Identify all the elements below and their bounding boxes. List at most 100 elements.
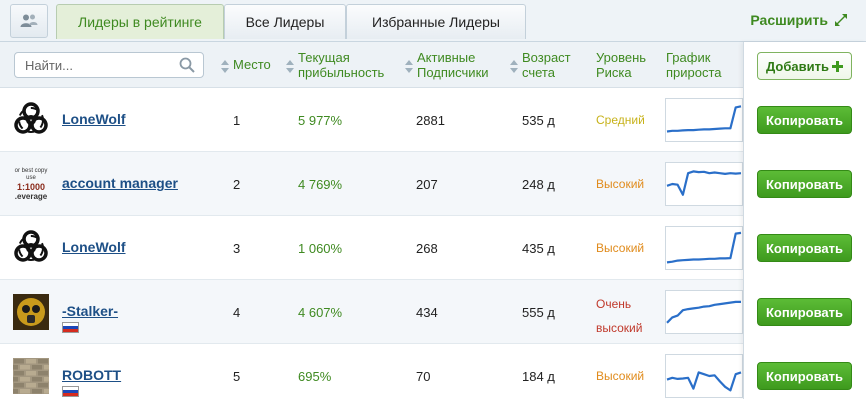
plus-icon xyxy=(831,60,843,72)
sort-arrows-icon xyxy=(509,60,519,80)
biohazard-icon xyxy=(14,230,48,262)
account-age-value: 248 д xyxy=(522,177,555,192)
column-header-subscribers[interactable]: Активные Подписчики xyxy=(404,50,489,80)
leader-row: or best copy use 1:1000 .everage account man… xyxy=(0,152,743,216)
column-header-subscribers-label: Активные Подписчики xyxy=(417,50,489,80)
growth-sparkline xyxy=(665,162,743,206)
leader-avatar[interactable] xyxy=(13,230,49,266)
risk-level-value: Высокий xyxy=(596,177,644,191)
growth-line xyxy=(666,300,741,324)
growth-line xyxy=(666,170,742,196)
biohazard-icon xyxy=(14,102,48,134)
logo-text-4: .everage xyxy=(14,191,48,201)
expand-arrows-icon xyxy=(835,14,847,26)
profit-value: 4 607% xyxy=(298,305,343,320)
leader-name-link[interactable]: LoneWolf xyxy=(62,111,126,127)
copy-button[interactable]: Копировать xyxy=(757,234,852,262)
risk-text-1: Высокий xyxy=(596,369,645,383)
leader-name-link[interactable]: -Stalker- xyxy=(62,303,118,319)
risk-text-1: Высокий xyxy=(596,241,645,255)
sort-arrows-icon xyxy=(285,60,295,80)
subs-label-line2: Подписчики xyxy=(417,65,489,80)
column-header-risk[interactable]: Уровень Риска xyxy=(596,50,646,80)
risk-level-value: Средний xyxy=(596,113,645,127)
logo-text-3: 1:1000 xyxy=(16,181,46,192)
russia-flag-icon xyxy=(62,386,79,397)
stalker-gasmask-icon xyxy=(13,294,49,330)
growth-sparkline xyxy=(665,354,743,398)
leader-avatar[interactable]: or best copy use 1:1000 .everage xyxy=(13,166,49,202)
tab-leaders-in-rating[interactable]: Лидеры в рейтинге xyxy=(56,4,224,39)
leader-avatar[interactable] xyxy=(13,358,49,394)
logo-text-1: or best copy xyxy=(14,167,48,174)
copy-button[interactable]: Копировать xyxy=(757,298,852,326)
users-icon xyxy=(20,14,38,27)
subscribers-value: 268 xyxy=(416,241,438,256)
profit-label-line2: прибыльность xyxy=(298,65,385,80)
tab-favorite-leaders[interactable]: Избранные Лидеры xyxy=(346,4,526,39)
leader-name-link[interactable]: LoneWolf xyxy=(62,239,126,255)
leader-name-link[interactable]: account manager xyxy=(62,175,178,191)
risk-text-1: Очень xyxy=(596,297,632,311)
risk-text-2: высокий xyxy=(596,321,643,335)
risk-label-line2: Риска xyxy=(596,65,632,80)
profit-label-line1: Текущая xyxy=(298,50,350,65)
age-label-line1: Возраст xyxy=(522,50,571,65)
risk-level-value: Высокий xyxy=(596,241,644,255)
growth-line xyxy=(666,371,742,392)
table-header: Место Текущаяприбыльность АктивныеПодпис… xyxy=(0,42,866,88)
account-age-value: 184 д xyxy=(522,369,555,384)
expand-link[interactable]: Расширить xyxy=(750,12,848,28)
leader-name-link[interactable]: ROBOTT xyxy=(62,367,121,383)
risk-text-1: Средний xyxy=(596,113,645,127)
account-age-value: 435 д xyxy=(522,241,555,256)
add-button[interactable]: Добавить xyxy=(757,52,852,80)
leader-avatar[interactable] xyxy=(13,294,49,330)
subscribers-value: 434 xyxy=(416,305,438,320)
profit-value: 1 060% xyxy=(298,241,343,256)
column-header-profit[interactable]: Текущая прибыльность xyxy=(285,50,384,80)
growth-line xyxy=(666,231,742,264)
search-input[interactable] xyxy=(25,53,175,77)
account-age-value: 555 д xyxy=(522,305,555,320)
search-box xyxy=(14,52,204,78)
leader-row: ROBOTT 5 695% 70 184 д Высокий xyxy=(0,344,743,399)
risk-level-value: Очень высокий xyxy=(596,292,642,340)
tab-users-icon-button[interactable] xyxy=(10,4,48,38)
brick-wall-icon xyxy=(13,358,49,394)
growth-sparkline xyxy=(665,98,743,142)
growth-sparkline xyxy=(665,226,743,270)
copy-button[interactable]: Копировать xyxy=(757,170,852,198)
leader-row: LoneWolf 1 5 977% 2881 535 д Средний xyxy=(0,88,743,152)
column-header-place[interactable]: Место xyxy=(220,57,271,73)
copy-button[interactable]: Копировать xyxy=(757,362,852,390)
copy-button[interactable]: Копировать xyxy=(757,106,852,134)
leader-avatar[interactable] xyxy=(13,102,49,138)
column-header-growth-chart: График прироста xyxy=(666,50,722,80)
column-header-profit-label: Текущая прибыльность xyxy=(298,50,384,80)
growth-sparkline xyxy=(665,290,743,334)
tab-bar: Лидеры в рейтинге Все Лидеры Избранные Л… xyxy=(0,0,866,42)
column-header-age[interactable]: Возраст счета xyxy=(509,50,571,80)
growth-line xyxy=(666,105,742,133)
profit-value: 5 977% xyxy=(298,113,343,128)
chart-label-line2: прироста xyxy=(666,65,722,80)
risk-level-value: Высокий xyxy=(596,369,644,383)
tab-all-leaders[interactable]: Все Лидеры xyxy=(224,4,346,39)
column-header-age-label: Возраст счета xyxy=(522,50,571,80)
leader-row: -Stalker- 4 4 607% 434 555 д Очень высокий xyxy=(0,280,743,344)
place-value: 3 xyxy=(233,241,241,256)
search-icon[interactable] xyxy=(179,57,195,73)
place-value: 2 xyxy=(233,177,241,192)
action-panel: Добавить Копировать Копировать Копировать К… xyxy=(743,42,866,399)
place-value: 5 xyxy=(233,369,241,384)
profit-value: 4 769% xyxy=(298,177,343,192)
add-button-label: Добавить xyxy=(766,58,829,74)
account-age-value: 535 д xyxy=(522,113,555,128)
sort-arrows-icon xyxy=(220,60,230,73)
sort-arrows-icon xyxy=(404,60,414,80)
column-header-chart-label: График прироста xyxy=(666,50,722,80)
leverage-text-logo: or best copy use 1:1000 .everage xyxy=(13,168,49,201)
column-header-risk-label: Уровень Риска xyxy=(596,50,646,80)
leader-row: LoneWolf 3 1 060% 268 435 д Высокий xyxy=(0,216,743,280)
